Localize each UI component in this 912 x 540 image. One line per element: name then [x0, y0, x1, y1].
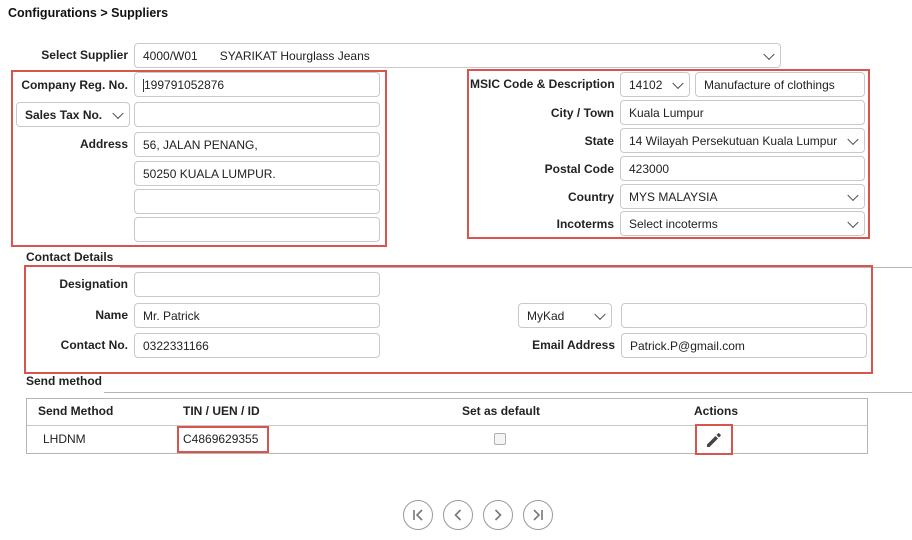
select-supplier-label: Select Supplier: [41, 48, 128, 62]
country-label: Country: [568, 190, 614, 204]
supplier-name: SYARIKAT Hourglass Jeans: [219, 48, 370, 63]
id-number-input[interactable]: [621, 303, 867, 328]
text-cursor: [143, 79, 144, 92]
postal-value: 423000: [629, 161, 670, 176]
msic-description-value: Manufacture of clothings: [704, 77, 835, 92]
city-value: Kuala Lumpur: [629, 105, 704, 120]
city-input[interactable]: Kuala Lumpur: [620, 100, 865, 125]
divider: [104, 392, 912, 393]
id-type-select[interactable]: MyKad: [518, 303, 612, 328]
designation-label: Designation: [59, 277, 128, 291]
name-value: Mr. Patrick: [143, 308, 200, 323]
row-tin: C4869629355: [183, 432, 259, 446]
col-header-actions: Actions: [694, 404, 739, 418]
chevron-down-icon: [847, 216, 859, 228]
address-line-1-value: 56, JALAN PENANG,: [143, 137, 258, 152]
contact-no-input[interactable]: 0322331166: [134, 333, 380, 358]
msic-code-select[interactable]: 14102: [620, 72, 690, 97]
col-header-default: Set as default: [462, 404, 541, 418]
sales-tax-input[interactable]: [134, 102, 380, 127]
row-send-method: LHDNM: [43, 432, 86, 446]
name-label: Name: [95, 308, 128, 322]
supplier-code: 4000/W01: [143, 48, 198, 63]
country-select[interactable]: MYS MALAYSIA: [620, 184, 865, 209]
tax-type-value: Sales Tax No.: [25, 107, 103, 122]
address-line-3[interactable]: [134, 189, 380, 214]
send-method-table: [26, 398, 868, 454]
incoterms-select[interactable]: Select incoterms: [620, 211, 865, 236]
company-reg-label: Company Reg. No.: [21, 78, 128, 92]
address-line-2-value: 50250 KUALA LUMPUR.: [143, 166, 276, 181]
last-page-icon[interactable]: [523, 500, 553, 530]
msic-description-input[interactable]: Manufacture of clothings: [695, 72, 865, 97]
supplier-select[interactable]: 4000/W01 SYARIKAT Hourglass Jeans: [134, 43, 781, 68]
state-label: State: [584, 134, 614, 148]
table-divider: [27, 425, 867, 426]
postal-input[interactable]: 423000: [620, 156, 865, 181]
pencil-icon[interactable]: [704, 430, 724, 450]
country-value: MYS MALAYSIA: [629, 189, 718, 204]
contact-no-value: 0322331166: [143, 338, 209, 353]
incoterms-label: Incoterms: [556, 217, 614, 231]
designation-input[interactable]: [134, 272, 380, 297]
msic-label: MSIC Code & Description: [470, 77, 615, 91]
id-type-value: MyKad: [527, 308, 565, 323]
postal-label: Postal Code: [544, 162, 614, 176]
chevron-down-icon: [672, 77, 684, 89]
address-label: Address: [79, 137, 128, 151]
address-line-4[interactable]: [134, 217, 380, 242]
chevron-down-icon: [847, 189, 859, 201]
name-input[interactable]: Mr. Patrick: [134, 303, 380, 328]
email-label: Email Address: [532, 338, 615, 352]
company-reg-input[interactable]: 199791052876: [134, 72, 380, 97]
email-input[interactable]: Patrick.P@gmail.com: [621, 333, 867, 358]
send-method-section-title: Send method: [26, 374, 103, 388]
tax-type-select[interactable]: Sales Tax No.: [16, 102, 130, 127]
col-header-send-method: Send Method: [38, 404, 114, 418]
default-checkbox[interactable]: [494, 433, 506, 445]
chevron-down-icon: [594, 308, 606, 320]
city-label: City / Town: [550, 106, 614, 120]
next-page-icon[interactable]: [483, 500, 513, 530]
contact-no-label: Contact No.: [60, 338, 128, 352]
col-header-tin: TIN / UEN / ID: [183, 404, 260, 418]
address-line-2[interactable]: 50250 KUALA LUMPUR.: [134, 161, 380, 186]
company-reg-value: 199791052876: [144, 77, 225, 92]
first-page-icon[interactable]: [403, 500, 433, 530]
state-value: 14 Wilayah Persekutuan Kuala Lumpur: [629, 133, 838, 148]
contact-section-title: Contact Details: [26, 250, 114, 264]
address-line-1[interactable]: 56, JALAN PENANG,: [134, 132, 380, 157]
prev-page-icon[interactable]: [443, 500, 473, 530]
email-value: Patrick.P@gmail.com: [630, 338, 745, 353]
state-select[interactable]: 14 Wilayah Persekutuan Kuala Lumpur: [620, 128, 865, 153]
chevron-down-icon: [112, 107, 124, 119]
incoterms-value: Select incoterms: [629, 216, 718, 231]
breadcrumb: Configurations > Suppliers: [8, 6, 169, 20]
divider: [120, 267, 912, 268]
msic-code-value: 14102: [629, 77, 663, 92]
chevron-down-icon: [847, 133, 859, 145]
chevron-down-icon: [763, 48, 775, 60]
